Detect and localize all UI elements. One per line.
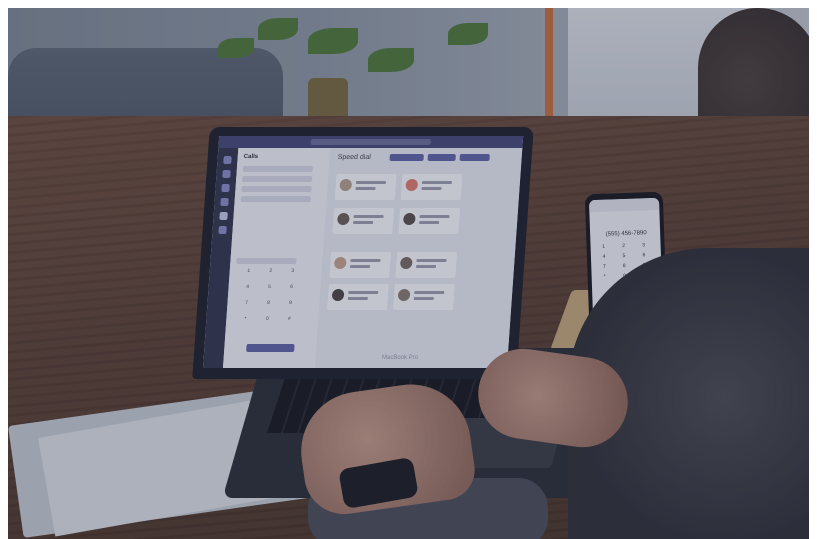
phone-dialpad-key[interactable]: 1 bbox=[596, 244, 610, 250]
avatar bbox=[336, 213, 350, 225]
contact-card[interactable] bbox=[334, 174, 397, 200]
photo-frame: (555) 456-7890 123456789*0# Calls bbox=[8, 8, 809, 539]
calls-icon[interactable] bbox=[219, 212, 228, 220]
laptop-dialpad: 1 2 3 4 5 6 7 8 9 * 0 # bbox=[237, 268, 310, 338]
new-group-button[interactable] bbox=[427, 154, 456, 161]
laptop-brand-label: MacBook Pro bbox=[381, 355, 418, 361]
phone-number-display: (555) 456-7890 bbox=[605, 230, 647, 238]
calendar-icon[interactable] bbox=[220, 198, 229, 206]
dialpad-key[interactable]: 5 bbox=[262, 284, 277, 294]
card-line bbox=[355, 181, 387, 184]
plant-leaf bbox=[308, 28, 358, 54]
dialpad-key[interactable]: 8 bbox=[261, 300, 276, 310]
panel-row[interactable] bbox=[241, 176, 313, 182]
plant-leaf bbox=[258, 18, 298, 40]
avatar bbox=[333, 257, 347, 269]
dialpad-key[interactable]: # bbox=[282, 316, 297, 326]
phone-dialpad-key[interactable]: 6 bbox=[637, 252, 651, 258]
card-line bbox=[421, 187, 442, 190]
card-line bbox=[353, 215, 384, 218]
card-line bbox=[350, 259, 381, 262]
plant-leaf bbox=[218, 38, 254, 58]
main-title: Speed dial bbox=[337, 154, 372, 161]
dialpad-key[interactable]: 9 bbox=[283, 300, 298, 310]
avatar bbox=[397, 289, 411, 301]
contact-card[interactable] bbox=[395, 252, 458, 278]
add-speed-dial-button[interactable] bbox=[389, 154, 424, 161]
phone-header bbox=[588, 197, 660, 213]
dialpad-key[interactable]: 4 bbox=[240, 284, 255, 294]
avatar bbox=[331, 289, 345, 301]
dialpad-key[interactable]: 7 bbox=[239, 300, 254, 310]
card-line bbox=[353, 221, 374, 224]
contact-card[interactable] bbox=[332, 208, 395, 234]
dialpad-key[interactable]: 1 bbox=[241, 268, 256, 278]
card-line bbox=[349, 265, 371, 268]
card-line bbox=[421, 181, 453, 184]
dialpad-key[interactable]: 3 bbox=[285, 268, 300, 278]
avatar bbox=[402, 213, 416, 225]
panel-row[interactable] bbox=[240, 196, 311, 202]
contact-card[interactable] bbox=[400, 174, 463, 200]
panel-row[interactable] bbox=[241, 186, 312, 192]
phone-dialpad-key[interactable]: 4 bbox=[597, 254, 611, 260]
card-line bbox=[419, 221, 440, 224]
panel-title: Calls bbox=[243, 154, 259, 160]
card-line bbox=[414, 291, 445, 294]
panel-row[interactable] bbox=[242, 166, 314, 172]
contact-card[interactable] bbox=[327, 284, 389, 310]
card-line bbox=[416, 259, 447, 262]
laptop-lid: Calls 1 2 3 4 5 6 7 8 9 * 0 # Speed dial bbox=[192, 127, 534, 379]
avatar bbox=[399, 257, 413, 269]
dialpad-key[interactable]: 6 bbox=[284, 284, 299, 294]
card-line bbox=[347, 297, 368, 300]
card-line bbox=[348, 291, 379, 294]
files-icon[interactable] bbox=[218, 226, 227, 234]
speed-dial-area: Speed dial bbox=[314, 148, 523, 368]
card-line bbox=[415, 265, 437, 268]
activity-icon[interactable] bbox=[223, 156, 232, 164]
teams-icon[interactable] bbox=[221, 184, 230, 192]
contact-card[interactable] bbox=[398, 208, 461, 234]
contact-card[interactable] bbox=[329, 252, 392, 278]
contact-card[interactable] bbox=[393, 284, 455, 310]
avatar bbox=[339, 179, 353, 191]
phone-dialpad-key[interactable]: * bbox=[598, 274, 612, 280]
phone-dialpad-key[interactable]: 8 bbox=[617, 263, 631, 269]
avatar bbox=[405, 179, 419, 191]
phone-dialpad-key[interactable]: 7 bbox=[597, 264, 611, 270]
laptop-screen: Calls 1 2 3 4 5 6 7 8 9 * 0 # Speed dial bbox=[202, 136, 524, 368]
dialpad-key[interactable]: * bbox=[238, 316, 253, 326]
phone-dialpad-key[interactable]: 2 bbox=[616, 243, 630, 249]
dialpad-key[interactable]: 2 bbox=[263, 268, 278, 278]
call-button[interactable] bbox=[246, 344, 295, 352]
teams-titlebar bbox=[218, 136, 524, 148]
card-line bbox=[419, 215, 450, 218]
plant-leaf bbox=[368, 48, 414, 72]
phone-dialpad-key[interactable]: 5 bbox=[617, 253, 631, 259]
chat-icon[interactable] bbox=[222, 170, 231, 178]
dialpad-key[interactable]: 0 bbox=[260, 316, 275, 326]
contacts-button[interactable] bbox=[459, 154, 490, 161]
orange-window-frame bbox=[545, 8, 553, 120]
card-line bbox=[355, 187, 376, 190]
calls-panel: Calls 1 2 3 4 5 6 7 8 9 * 0 # bbox=[222, 148, 331, 368]
card-line bbox=[413, 297, 434, 300]
dialpad-input[interactable] bbox=[236, 258, 297, 264]
phone-dialpad-key[interactable]: 3 bbox=[636, 242, 650, 248]
plant-leaf bbox=[448, 23, 488, 45]
search-bar[interactable] bbox=[310, 139, 431, 145]
